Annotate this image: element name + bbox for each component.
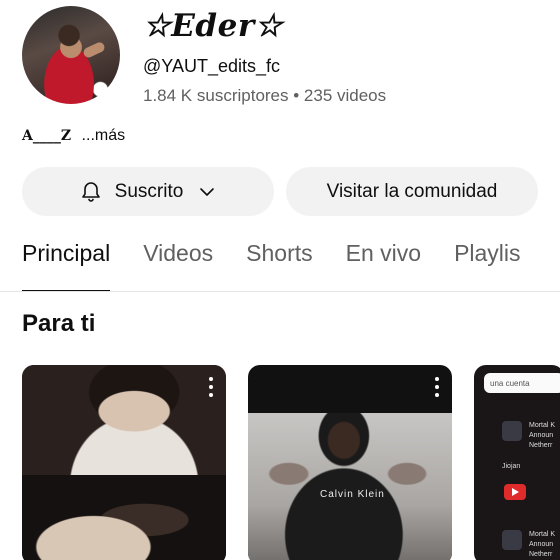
tab-live[interactable]: En vivo <box>346 240 421 292</box>
thumbnail-overlay-text: Calvin Klein <box>320 489 385 500</box>
thumbnail-bottom <box>22 475 226 560</box>
thumbnail-row: Jiojan <box>502 463 521 470</box>
more-link[interactable]: ...más <box>82 127 126 144</box>
more-options-icon[interactable] <box>434 377 440 397</box>
thumbnail-row: Announ <box>529 541 554 548</box>
thumbnail <box>248 413 452 560</box>
tab-shorts[interactable]: Shorts <box>246 240 312 292</box>
thumbnail-top <box>22 365 226 475</box>
subscribed-label: Suscrito <box>114 180 184 202</box>
channel-description[interactable]: A____Z ...más <box>22 127 125 145</box>
thumbnail-panel: una cuenta <box>484 373 560 393</box>
short-card[interactable] <box>22 365 226 560</box>
chevron-down-icon <box>200 187 215 196</box>
short-card[interactable]: una cuenta Mortal K Announ Netherr Jioja… <box>474 365 560 560</box>
short-card[interactable]: Calvin Klein <box>248 365 452 560</box>
section-title: Para ti <box>22 310 96 337</box>
visit-community-button[interactable]: Visitar la comunidad <box>286 167 538 216</box>
visit-community-label: Visitar la comunidad <box>326 180 498 202</box>
channel-tabs: Principal Videos Shorts En vivo Playlis <box>22 240 554 292</box>
thumbnail-row: Mortal K <box>529 422 556 429</box>
subscribed-button[interactable]: Suscrito <box>22 167 274 216</box>
channel-avatar[interactable] <box>22 6 120 104</box>
tab-principal[interactable]: Principal <box>22 240 111 292</box>
thumbnail-square <box>502 530 522 550</box>
thumbnail-square <box>502 421 522 441</box>
more-options-icon[interactable] <box>208 377 214 397</box>
youtube-logo-icon <box>504 484 526 500</box>
tab-playlists[interactable]: Playlis <box>454 240 520 292</box>
thumbnail-row: Netherr <box>529 442 553 449</box>
thumbnail-row: Announ <box>529 432 554 439</box>
description-text: A____Z <box>22 128 72 144</box>
channel-handle: @YAUT_edits_fc <box>143 56 280 76</box>
thumbnail-row: Mortal K <box>529 531 556 538</box>
tab-videos[interactable]: Videos <box>143 240 213 292</box>
bell-icon <box>81 181 100 202</box>
tabs-divider <box>0 291 560 292</box>
channel-name: ☆Eder☆ <box>143 8 283 44</box>
thumbnail-row: Netherr <box>529 551 553 558</box>
channel-stats: 1.84 K suscriptores • 235 videos <box>143 86 387 105</box>
